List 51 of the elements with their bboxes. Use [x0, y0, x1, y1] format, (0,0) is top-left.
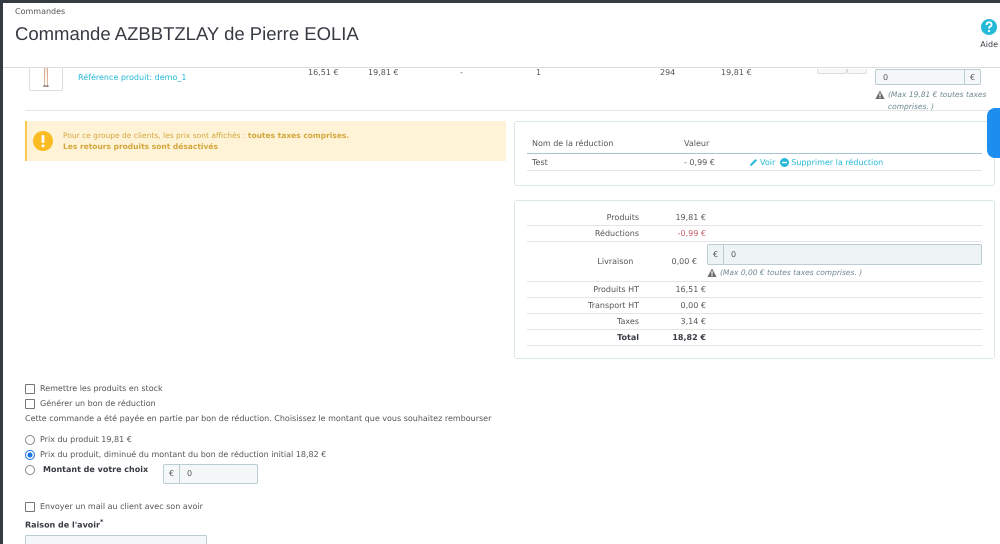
total-label: Transport HT — [587, 301, 639, 310]
table-cell-text: - 0,99 € — [683, 158, 716, 166]
help-link[interactable]: Aide — [980, 40, 998, 49]
radio-button[interactable] — [25, 464, 35, 474]
table-cell-text: 19,81 € — [721, 68, 753, 77]
table-cell-text: 19,81 € — [368, 68, 400, 77]
checkbox-label: Envoyer un mail au client avec son avoir — [40, 502, 203, 511]
refund-amount-field[interactable]: 0 € — [875, 69, 981, 85]
radio-button[interactable] — [25, 450, 35, 460]
total-value: 19,81 € — [674, 213, 706, 222]
column-header: Nom de la réduction — [531, 139, 614, 148]
radio-label: Prix du produit 19,81 € — [40, 435, 132, 444]
radio-label: Prix du produit, diminué du montant du bon de réduction initial 18,82 € — [40, 450, 326, 459]
table-cell-text: 294 — [660, 68, 676, 77]
custom-amount-field[interactable]: € 0 — [163, 464, 258, 484]
breadcrumb[interactable]: Commandes — [15, 7, 359, 16]
total-label: Total — [616, 333, 639, 342]
pencil-icon — [749, 158, 758, 166]
shipping-amount-field[interactable]: € 0 — [707, 244, 982, 265]
chat-tab[interactable] — [987, 108, 1000, 158]
page-title: Commande AZBBTZLAY de Pierre EOLIA — [15, 23, 359, 45]
total-label: Produits — [606, 213, 639, 222]
total-value: 16,51 € — [674, 285, 706, 294]
table-cell-text: 1 — [536, 68, 542, 77]
total-value: 3,14 € — [680, 317, 706, 326]
warning-icon — [707, 268, 717, 278]
total-label: Réductions — [594, 229, 639, 238]
radio-button[interactable] — [25, 434, 35, 444]
radio-label: Montant de votre choix — [43, 465, 150, 474]
table-cell-text: - — [460, 68, 464, 77]
table-cell-text: Test — [531, 158, 549, 166]
help-icon — [981, 19, 998, 35]
checkbox-label: Générer un bon de réduction — [40, 399, 156, 408]
total-label: Produits HT — [592, 285, 639, 294]
column-header: Valeur — [683, 139, 710, 148]
total-value: -0,99 € — [676, 229, 706, 238]
checkbox[interactable] — [25, 398, 35, 408]
warning-icon — [875, 90, 885, 100]
warning-icon — [33, 131, 53, 151]
total-value: 18,82 € — [671, 333, 706, 342]
checkbox[interactable] — [25, 502, 35, 512]
total-value: 0,00 € — [670, 257, 697, 266]
field-label: Raison de l'avoir$^{*}$ — [25, 518, 104, 530]
total-value: 0,00 € — [680, 301, 706, 310]
minus-circle-icon — [780, 158, 790, 166]
total-label: Taxes — [616, 317, 639, 326]
table-cell-text: 16,51 € — [308, 68, 340, 77]
checkbox[interactable] — [25, 384, 35, 394]
total-label: Livraison — [596, 257, 634, 266]
refund-note: Cette commande a été payée en partie par bon de réduction. Choisissez le montant que vous souhaitez rembourser — [25, 414, 492, 425]
checkbox-label: Remettre les produits en stock — [40, 384, 163, 393]
